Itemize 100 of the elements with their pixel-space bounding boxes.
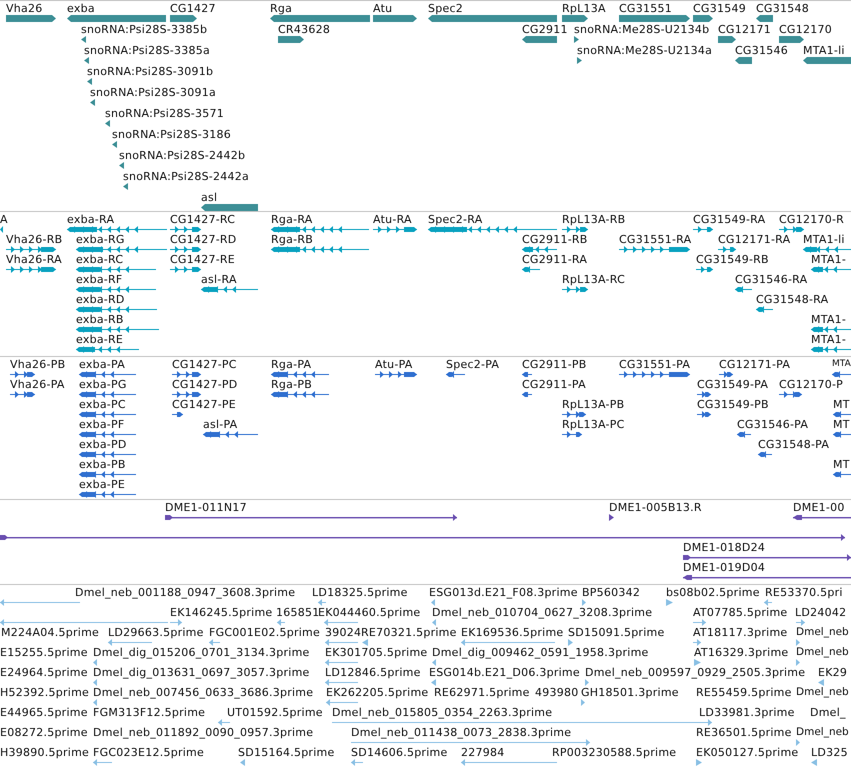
est-label: AT07785.5prime (693, 606, 788, 619)
transcript-label: exba-RG (76, 233, 125, 246)
protein-label: CG31549-PA (697, 378, 768, 391)
est-label: Dmel_neb (796, 646, 849, 659)
est-label: RE70321.5prime (361, 626, 457, 639)
transcript-label: MTA1- (811, 333, 846, 346)
gene-label: snoRNA:Me28S-U2134b (574, 23, 710, 36)
protein-label: Atu-PA (375, 358, 413, 371)
est-label: LD12846.5prime (325, 666, 421, 679)
clone-label: DME1-00 (793, 501, 845, 514)
gene-label: CG1427 (170, 2, 216, 15)
est-label: Dmel_ (810, 706, 846, 719)
est-label: FGC023E12.5prime (93, 746, 204, 759)
transcript-label: CG31549-RA (693, 213, 766, 226)
transcript-label: RpL13A-RC (562, 273, 626, 286)
transcript-label: CG2911-RB (522, 233, 588, 246)
gene-label: Vha26 (6, 2, 42, 15)
protein-label: exba-PC (79, 398, 126, 411)
est-label: Dmel_dig_015206_0701_3134.3prime (93, 646, 310, 659)
est-label: BP560342 (582, 586, 640, 599)
gene-label: Spec2 (428, 2, 464, 15)
transcript-label: RpL13A-RB (562, 213, 626, 226)
gene-label: CG31546 (735, 44, 788, 57)
est-label: EK044460.5prime (318, 606, 420, 619)
transcript-label: CG12171-RA (718, 233, 790, 246)
protein-label: exba-PB (79, 458, 126, 471)
est-label: AT18117.3prime (693, 626, 788, 639)
gene-label: CG31551 (619, 2, 672, 15)
gene-label: RpL13A (562, 2, 606, 15)
est-label: RE62971.5prime (434, 686, 530, 699)
est-label: LD325 (811, 746, 848, 759)
transcript-label: exba-RF (76, 273, 122, 286)
est-label: RE53370.5pri (765, 586, 843, 599)
gene-label: snoRNA:Psi28S-3571 (105, 107, 224, 120)
est-label: 493980 (535, 686, 578, 699)
transcript-label: Rga-RB (271, 233, 314, 246)
protein-label: CG31546-PA (737, 418, 808, 431)
protein-label: CG1427-PE (172, 398, 236, 411)
est-label: Dmel_neb (796, 626, 849, 639)
protein-label: CG12170-P (779, 378, 844, 391)
protein-label: exba-PG (79, 378, 127, 391)
gene-label: snoRNA:Psi28S-3385a (84, 44, 210, 57)
clone-label: DME1-018D24 (683, 541, 766, 554)
est-label: Dmel_neb_011438_0073_2838.3prime (351, 726, 572, 739)
protein-label: Rga-PA (271, 358, 312, 371)
gene-label: exba (67, 2, 95, 15)
est-label: SD15091.5prime (568, 626, 664, 639)
est-label: EK29 (818, 666, 848, 679)
est-label: UT01592.5prime (227, 706, 323, 719)
est-label: E24964.5prime (0, 666, 88, 679)
protein-label: CG31548-PA (758, 438, 830, 451)
est-label: Dmel_neb_011892_0090_0957.3prime (93, 726, 314, 739)
est-label: E08272.5prime (0, 726, 88, 739)
gene-label: MTA1-li (803, 44, 845, 57)
est-label: SD15164.5prime (238, 746, 334, 759)
transcript-label: Spec2-RA (428, 213, 482, 226)
gene-label: CG12170 (779, 23, 832, 36)
est-label: M224A04.5prime (1, 626, 100, 639)
gene-label: CG31548 (756, 2, 809, 15)
est-label: SD14606.5prime (351, 746, 448, 759)
est-label: LD18325.5prime (312, 586, 408, 599)
transcript-label: Vha26-RB (6, 233, 62, 246)
protein-label: Vha26-PA (10, 378, 65, 391)
est-label: H39890.5prime (0, 746, 90, 759)
transcript-label: exba-RC (76, 253, 124, 266)
est-label: FGC001E02.5prime (209, 626, 320, 639)
est-label: Dmel_neb_015805_0354_2263.3prime (332, 706, 552, 719)
est-label: EK146245.5prime (170, 606, 272, 619)
est-label: ESG014b.E21_D06.3prime (429, 666, 580, 679)
protein-label: CG1427-PD (172, 378, 238, 391)
est-label: RE55459.5prime (696, 686, 792, 699)
est-label: Dmel_neb (796, 726, 849, 739)
transcript-label: A (0, 213, 8, 226)
protein-label: MT (833, 418, 850, 431)
transcript-label: CG1427-RC (170, 213, 236, 226)
est-label: bs08b02.5prime (666, 586, 760, 599)
est-label: Dmel_neb (796, 686, 849, 699)
est-label: AT16329.3prime (694, 646, 788, 659)
transcript-label: exba-RA (67, 213, 114, 226)
transcript-label: CG12170-R (779, 213, 844, 226)
est-label: E44965.5prime (0, 706, 88, 719)
clone-label: DME1-011N17 (165, 501, 247, 514)
gene-label: Atu (373, 2, 392, 15)
transcript-label: CG31548-RA (756, 293, 828, 306)
transcript-label: exba-RD (76, 293, 125, 306)
est-label: LD33981.3prime (699, 706, 795, 719)
gene-label: CG31549 (693, 2, 746, 15)
est-label: EK050127.5prime (696, 746, 798, 759)
transcript-label: Atu-RA (373, 213, 412, 226)
gene-label: snoRNA:Psi28S-3385b (81, 23, 208, 36)
clone-label: DME1-019D04 (683, 561, 766, 574)
protein-label: exba-PF (79, 418, 124, 431)
protein-label: MT (833, 398, 850, 411)
est-label: 39024 (325, 626, 362, 639)
transcript-label: MTA1-li (803, 233, 845, 246)
transcript-label: CG31546-RA (735, 273, 808, 286)
est-label: RP003230588.5prime (552, 746, 676, 759)
transcript-label: asl-RA (201, 273, 237, 286)
transcript-label: Rga-RA (271, 213, 313, 226)
transcript-label: CG2911-RA (522, 253, 588, 266)
